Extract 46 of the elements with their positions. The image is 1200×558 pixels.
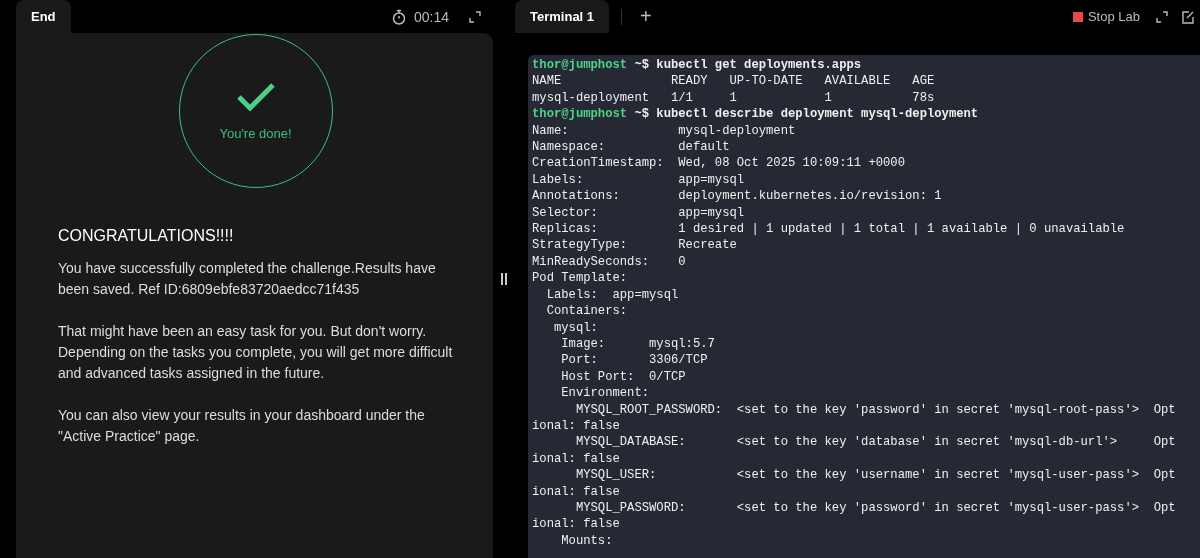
terminal-screen[interactable] bbox=[528, 55, 1200, 558]
add-tab-button[interactable]: + bbox=[636, 5, 656, 28]
terminal-line: MYSQL_PASSWORD: <set to the key 'password' in secret 'mysql-user-pass'> Opt bbox=[574, 499, 1177, 517]
terminal-line: ional: false bbox=[532, 483, 621, 500]
terminal-line: ional: false bbox=[532, 417, 621, 435]
terminal-line: Namespace: default bbox=[532, 139, 731, 156]
expand-icon[interactable] bbox=[1156, 10, 1168, 23]
terminal-line: Selector: app=mysql bbox=[532, 204, 746, 222]
done-message: You're done! bbox=[219, 125, 292, 141]
terminal-line: Labels: app=mysql bbox=[532, 171, 746, 189]
stop-lab-button[interactable]: Stop Lab bbox=[1072, 9, 1140, 24]
external-link-icon[interactable] bbox=[1182, 9, 1194, 24]
terminal-line: Replicas: 1 desired | 1 updated | 1 total | 1 available | 0 unavailable bbox=[532, 221, 1126, 238]
congratulations-heading: CONGRATULATIONS!!!! bbox=[58, 227, 235, 245]
message-paragraph: You can also view your results in your dashboard under the "Active Practice" page. bbox=[58, 406, 426, 446]
terminal-line: Containers: bbox=[545, 303, 629, 320]
terminal-line: Host Port: 0/TCP bbox=[560, 368, 687, 386]
terminal-line: Annotations: deployment.kubernetes.io/revision: 1 bbox=[532, 188, 943, 205]
stopwatch-icon bbox=[391, 8, 406, 25]
terminal-line: MYSQL_USER: <set to the key 'username' in secret 'mysql-user-pass'> Opt bbox=[574, 467, 1177, 484]
end-tab[interactable]: End bbox=[16, 0, 71, 33]
terminal-line: Environment: bbox=[560, 385, 651, 402]
terminal-line: MYSQL_ROOT_PASSWORD: <set to the key 'password' in secret 'mysql-root-pass'> Opt bbox=[574, 401, 1177, 418]
terminal-line: StrategyType: Recreate bbox=[532, 237, 738, 254]
terminal-line: Mounts: bbox=[560, 532, 614, 550]
message-paragraph: You have successfully completed the challenge.Results have been saved. Ref ID:6809ebfe83720aedcc71f435 bbox=[58, 259, 437, 299]
terminal-line: mysql-deployment 1/1 1 1 78s bbox=[532, 89, 936, 107]
message-paragraph: That might have been an easy task for you. But don't worry. Depending on the tasks you complete, you will get more difficult and advanced tasks assigned in the future. bbox=[58, 322, 453, 383]
terminal-line: thor@jumphost ~$ kubectl describe deployment mysql-deployment bbox=[532, 106, 980, 123]
terminal-tab[interactable]: Terminal 1 bbox=[515, 0, 610, 33]
checkmark-icon bbox=[235, 81, 276, 112]
terminal-line: ional: false bbox=[532, 516, 621, 533]
terminal-line: MYSQL_DATABASE: <set to the key 'database' in secret 'mysql-db-url'> Opt bbox=[574, 434, 1177, 451]
terminal-line: NAME READY UP-TO-DATE AVAILABLE AGE bbox=[532, 73, 936, 90]
terminal-line: CreationTimestamp: Wed, 08 Oct 2025 10:09:11 +0000 bbox=[532, 155, 906, 172]
terminal-line: ional: false bbox=[532, 450, 621, 468]
terminal-line: Labels: app=mysql bbox=[545, 286, 680, 304]
terminal-line: Pod Template: bbox=[532, 270, 629, 287]
terminal-line: mysql: bbox=[552, 319, 599, 336]
terminal-line: Name: mysql-deployment bbox=[532, 122, 797, 140]
expand-icon[interactable] bbox=[469, 10, 481, 23]
terminal-line: Image: mysql:5.7 bbox=[560, 335, 716, 353]
terminal-line: MinReadySeconds: 0 bbox=[532, 253, 687, 271]
terminal-line: thor@jumphost ~$ kubectl get deployments.apps bbox=[532, 57, 863, 74]
terminal-line: Port: 3306/TCP bbox=[560, 352, 709, 369]
timer: 00:14 bbox=[413, 8, 449, 25]
